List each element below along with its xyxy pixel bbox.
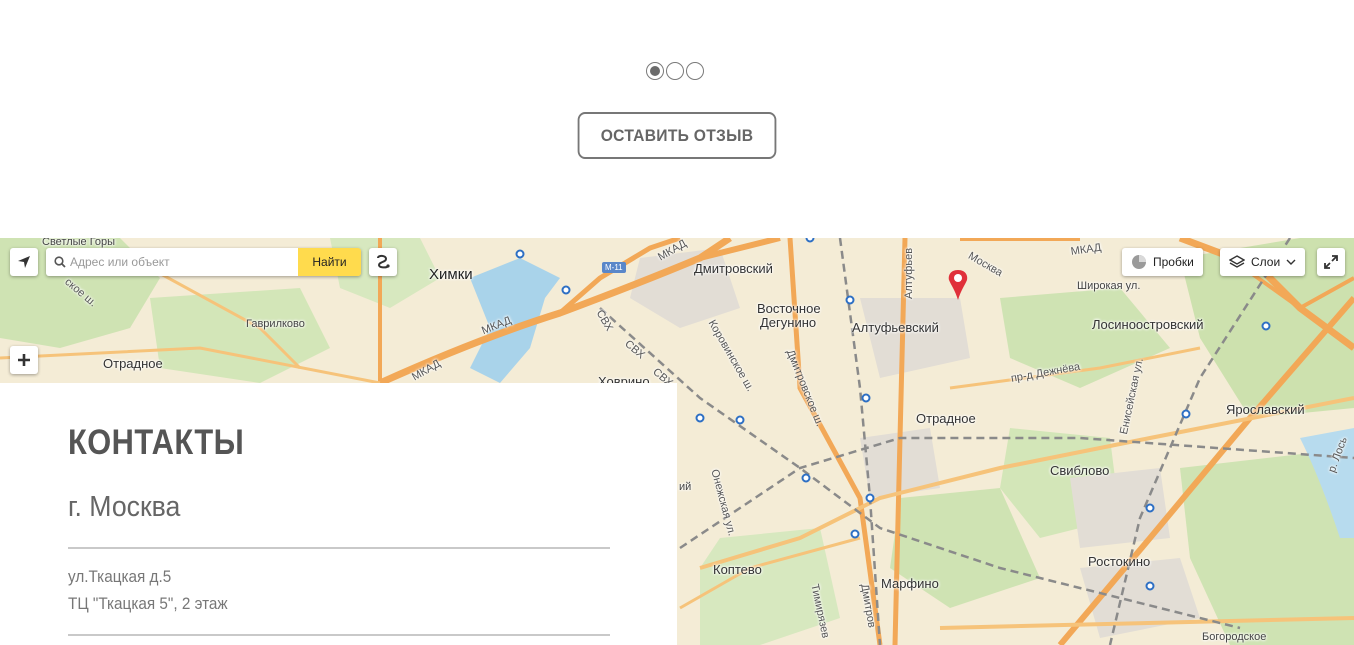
slider-pagination: [646, 62, 704, 80]
search-icon: [54, 256, 66, 268]
layers-button[interactable]: Слои: [1220, 248, 1306, 276]
contacts-card: КОНТАКТЫ г. Москва ул.Ткацкая д.5 ТЦ "Тк…: [0, 383, 677, 645]
route-button[interactable]: [369, 248, 397, 276]
map-label: ий: [679, 481, 692, 493]
locate-arrow-icon: [18, 256, 30, 268]
map-label: Богородское: [1202, 631, 1267, 643]
map-label: Дмитровский: [694, 261, 773, 276]
chevron-down-icon: [1286, 259, 1296, 265]
slider-dot-1[interactable]: [646, 62, 664, 80]
map-label: Широкая ул.: [1077, 280, 1141, 292]
map-label: Ростокино: [1088, 554, 1151, 569]
map-label: Светлые Горы: [42, 238, 116, 248]
fullscreen-button[interactable]: [1317, 248, 1345, 276]
road-label: Алтуфьев: [903, 247, 915, 299]
map-search-field: [46, 248, 298, 276]
map-label: Ярославский: [1226, 402, 1305, 417]
traffic-button[interactable]: Пробки: [1122, 248, 1203, 276]
map-label: Отрадное: [103, 356, 163, 371]
address-line: ул.Ткацкая д.5: [68, 567, 172, 586]
geolocation-button[interactable]: [10, 248, 38, 276]
map-label: Отрадное: [916, 411, 976, 426]
map-label: Лосиноостровский: [1092, 317, 1204, 332]
traffic-label: Пробки: [1153, 255, 1194, 269]
map-label: Алтуфьевский: [852, 320, 939, 335]
layers-icon: [1229, 255, 1245, 268]
route-icon: [377, 254, 390, 269]
map-search: Найти: [46, 248, 361, 276]
reviews-section: ОСТАВИТЬ ОТЗЫВ: [0, 0, 1354, 238]
map-label: Марфино: [881, 576, 939, 591]
map-label: Свиблово: [1050, 463, 1110, 478]
contacts-city: г. Москва: [68, 491, 181, 523]
map-label: Химки: [429, 266, 473, 283]
divider: [68, 547, 610, 549]
slider-dot-2[interactable]: [666, 62, 684, 80]
highway-badge: M-11: [602, 262, 626, 273]
traffic-icon: [1132, 255, 1146, 269]
layers-label: Слои: [1251, 255, 1281, 269]
map-search-button[interactable]: Найти: [298, 248, 361, 276]
map-search-input[interactable]: [70, 255, 290, 269]
expand-icon: [1324, 255, 1338, 269]
map-label: Коптево: [713, 562, 762, 577]
divider: [68, 634, 610, 636]
plus-icon: [18, 354, 30, 366]
zoom-in-button[interactable]: [10, 346, 38, 374]
contacts-title: КОНТАКТЫ: [68, 423, 245, 462]
map-label: Гаврилково: [246, 318, 305, 330]
map-label: Восточное: [757, 301, 821, 316]
address-line: ТЦ "Ткацкая 5", 2 этаж: [68, 594, 228, 613]
slider-dot-3[interactable]: [686, 62, 704, 80]
leave-review-button[interactable]: ОСТАВИТЬ ОТЗЫВ: [577, 112, 777, 159]
map-label: Дегунино: [760, 315, 817, 330]
